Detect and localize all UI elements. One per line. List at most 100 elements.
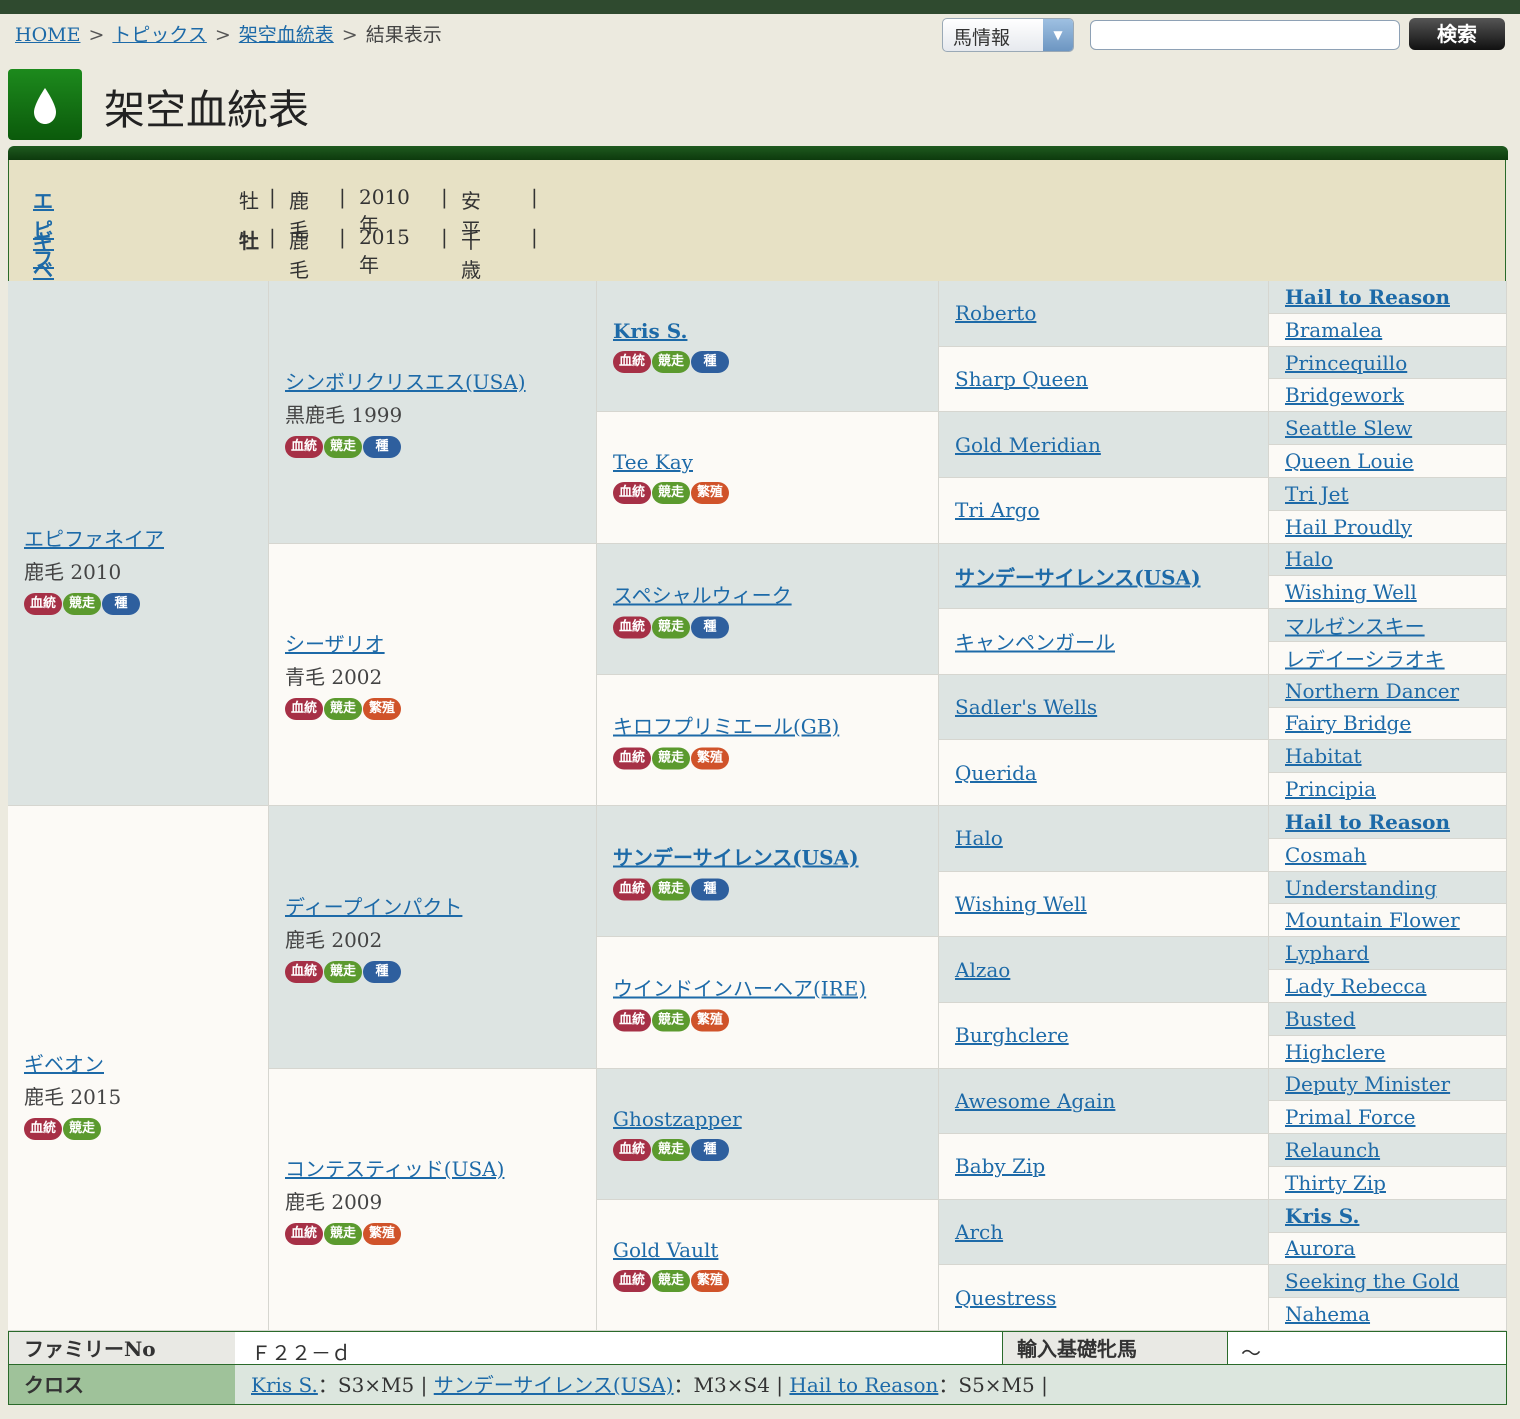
horse-link[interactable]: スペシャルウィーク [613,579,934,608]
race-badge[interactable]: 競走 [652,1269,690,1292]
horse-link[interactable]: シーザリオ [285,628,592,657]
horse-link[interactable]: Bridgework [1285,383,1502,407]
horse-link[interactable]: Seeking the Gold [1285,1269,1502,1293]
horse-link[interactable]: Arch [955,1220,1264,1244]
stud-badge[interactable]: 種 [102,593,140,616]
blood-badge[interactable]: 血統 [285,698,323,721]
horse-link[interactable]: Wishing Well [1285,580,1502,604]
horse-link[interactable]: Halo [1285,547,1502,571]
race-badge[interactable]: 競走 [652,747,690,770]
horse-link[interactable]: Fairy Bridge [1285,711,1502,735]
race-badge[interactable]: 競走 [652,878,690,901]
horse-link[interactable]: Understanding [1285,876,1502,900]
cross-horse-link[interactable]: Hail to Reason [789,1373,938,1397]
horse-link[interactable]: Lady Rebecca [1285,974,1502,998]
horse-link[interactable]: Aurora [1285,1236,1502,1260]
horse-link[interactable]: Sharp Queen [955,367,1264,391]
horse-link[interactable]: マルゼンスキー [1285,611,1502,640]
search-category-select[interactable]: 馬情報 ▼ [942,18,1074,52]
breed-badge[interactable]: 繁殖 [691,1009,729,1032]
horse-link[interactable]: シンボリクリスエス(USA) [285,366,592,395]
breed-badge[interactable]: 繁殖 [691,482,729,505]
blood-badge[interactable]: 血統 [613,878,651,901]
horse-link[interactable]: ギベオン [24,1048,264,1077]
race-badge[interactable]: 競走 [63,1118,101,1141]
race-badge[interactable]: 競走 [324,1223,362,1246]
stud-badge[interactable]: 種 [691,616,729,639]
horse-link[interactable]: Tee Kay [613,450,934,474]
horse-link[interactable]: Questress [955,1286,1264,1310]
horse-link[interactable]: Thirty Zip [1285,1171,1502,1195]
horse-link[interactable]: Alzao [955,958,1264,982]
horse-link[interactable]: Principia [1285,777,1502,801]
horse-link[interactable]: Lyphard [1285,941,1502,965]
blood-badge[interactable]: 血統 [613,616,651,639]
breed-badge[interactable]: 繁殖 [691,747,729,770]
breadcrumb-topics[interactable]: トピックス [112,24,206,46]
horse-link[interactable]: エピファネイア [24,523,264,552]
stud-badge[interactable]: 種 [691,351,729,374]
horse-link[interactable]: Hail to Reason [1285,285,1502,309]
horse-link[interactable]: サンデーサイレンス(USA) [613,842,934,871]
horse-link[interactable]: Queen Louie [1285,449,1502,473]
race-badge[interactable]: 競走 [652,351,690,374]
horse-link[interactable]: レデイーシラオキ [1285,643,1502,672]
horse-link[interactable]: Princequillo [1285,351,1502,375]
horse-link[interactable]: コンテスティッド(USA) [285,1153,592,1182]
horse-link[interactable]: Cosmah [1285,843,1502,867]
horse-link[interactable]: Halo [955,826,1264,850]
blood-badge[interactable]: 血統 [613,482,651,505]
horse-link[interactable]: ディープインパクト [285,891,592,920]
horse-link[interactable]: Northern Dancer [1285,679,1502,703]
search-button[interactable]: 検索 [1409,18,1505,50]
stud-badge[interactable]: 種 [363,960,401,983]
horse-link[interactable]: サンデーサイレンス(USA) [955,561,1264,590]
horse-link[interactable]: Deputy Minister [1285,1072,1502,1096]
horse-link[interactable]: Hail Proudly [1285,515,1502,539]
race-badge[interactable]: 競走 [324,435,362,458]
horse-link[interactable]: Sadler's Wells [955,695,1264,719]
horse-link[interactable]: Roberto [955,301,1264,325]
breed-badge[interactable]: 繁殖 [363,1223,401,1246]
horse-link[interactable]: Bramalea [1285,318,1502,342]
race-badge[interactable]: 競走 [324,960,362,983]
horse-link[interactable]: Kris S. [613,319,934,343]
race-badge[interactable]: 競走 [652,1009,690,1032]
breed-badge[interactable]: 繁殖 [691,1269,729,1292]
stud-badge[interactable]: 種 [691,1138,729,1161]
horse-link[interactable]: Kris S. [1285,1204,1502,1228]
horse-link[interactable]: ウインドインハーヘア(IRE) [613,973,934,1002]
stud-badge[interactable]: 種 [363,435,401,458]
blood-badge[interactable]: 血統 [613,1269,651,1292]
horse-link[interactable]: Awesome Again [955,1089,1264,1113]
search-input[interactable] [1090,20,1400,50]
horse-link[interactable]: Habitat [1285,744,1502,768]
breed-badge[interactable]: 繁殖 [363,698,401,721]
blood-badge[interactable]: 血統 [24,593,62,616]
blood-badge[interactable]: 血統 [613,1138,651,1161]
breadcrumb-page[interactable]: 架空血統表 [239,24,334,46]
horse-link[interactable]: Seattle Slew [1285,416,1502,440]
horse-link[interactable]: Baby Zip [955,1154,1264,1178]
horse-link[interactable]: Wishing Well [955,892,1264,916]
race-badge[interactable]: 競走 [652,616,690,639]
race-badge[interactable]: 競走 [63,593,101,616]
horse-link[interactable]: Ghostzapper [613,1107,934,1131]
cross-horse-link[interactable]: サンデーサイレンス(USA) [434,1373,674,1397]
breadcrumb-home[interactable]: HOME [15,24,80,46]
horse-link[interactable]: Tri Argo [955,498,1264,522]
blood-badge[interactable]: 血統 [613,351,651,374]
horse-link[interactable]: Gold Meridian [955,433,1264,457]
blood-badge[interactable]: 血統 [285,960,323,983]
blood-badge[interactable]: 血統 [613,1009,651,1032]
blood-badge[interactable]: 血統 [613,747,651,770]
horse-link[interactable]: キロフプリミエール(GB) [613,710,934,739]
race-badge[interactable]: 競走 [324,698,362,721]
horse-link[interactable]: Mountain Flower [1285,908,1502,932]
stud-badge[interactable]: 種 [691,878,729,901]
race-badge[interactable]: 競走 [652,482,690,505]
horse-link[interactable]: Nahema [1285,1302,1502,1326]
horse-link[interactable]: Querida [955,761,1264,785]
blood-badge[interactable]: 血統 [24,1118,62,1141]
horse-link[interactable]: キャンペンガール [955,627,1264,656]
